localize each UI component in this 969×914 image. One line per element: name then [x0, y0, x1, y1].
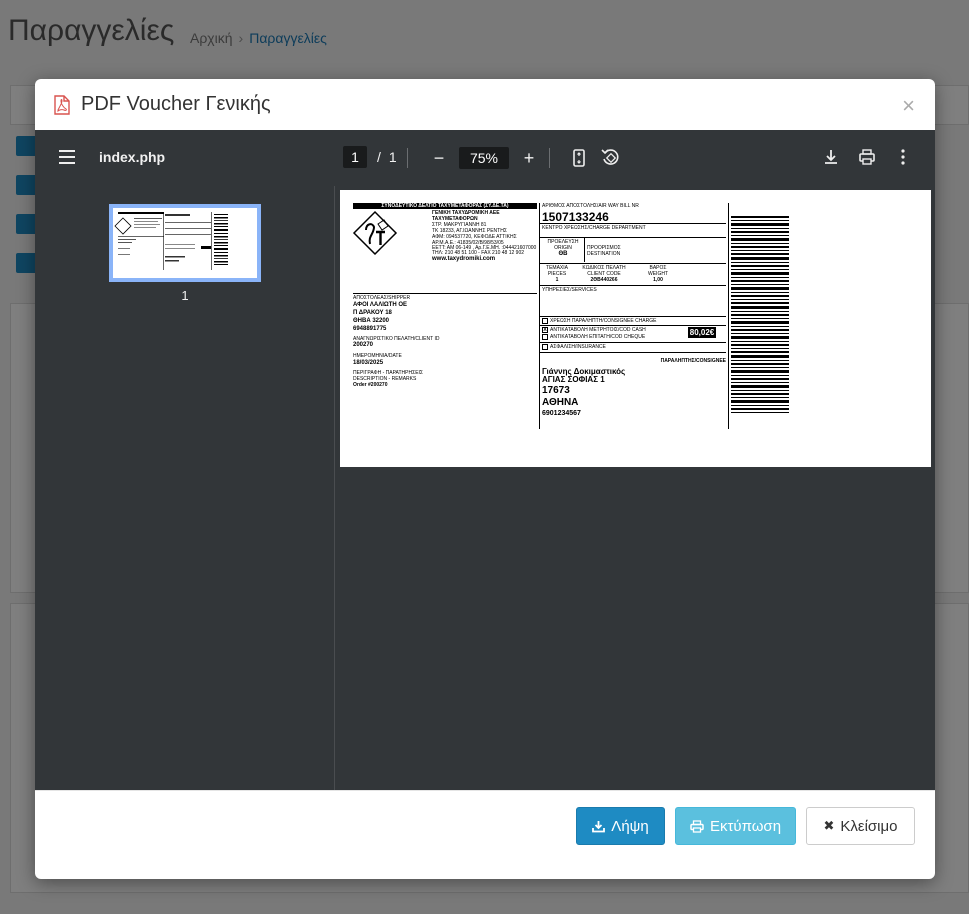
consignee-zip: 17673 — [542, 385, 570, 396]
voucher-divider — [353, 293, 537, 294]
close-x-icon: ✖ — [823, 818, 835, 833]
shipper-city: ΘΗΒΑ 32200 — [353, 318, 390, 324]
print-icon — [690, 819, 704, 833]
voucher-divider — [539, 223, 726, 224]
voucher-divider — [539, 325, 726, 326]
pieces-value: 1 — [555, 277, 559, 283]
date-label: ΗΜΕΡΟΜΗΝΙΑ/DATE — [353, 353, 402, 359]
modal-title: PDF Voucher Γενικής — [81, 93, 271, 115]
fit-page-icon[interactable] — [568, 148, 590, 168]
charge-department-label: ΚΕΝΤΡΟ ΧΡΕΩΣΗΣ/CHARGE DEPARTMENT — [542, 225, 646, 231]
document-area: ΣΥΝΟΔΕΥΤΙΚΟ ΔΕΛΤΙΟ ΤΑΧΥΜΕΤΑΦΟΡΑΣ (ΣΥ.ΔΕ.… — [335, 186, 935, 790]
page-indicator: 1 / 1 — [343, 146, 397, 168]
print-button[interactable]: Εκτύπωση — [675, 807, 796, 845]
modal-header: PDF Voucher Γενικής × — [35, 79, 935, 130]
voucher-date: 18/03/2025 — [353, 360, 384, 366]
checkbox-cod-cash: X — [542, 327, 548, 333]
viewer-filename: index.php — [99, 149, 166, 165]
shipper-address: Π ΔΡΑΚΟΥ 18 — [353, 310, 392, 316]
voucher-page: ΣΥΝΟΔΕΥΤΙΚΟ ΔΕΛΤΙΟ ΤΑΧΥΜΕΤΑΦΟΡΑΣ (ΣΥ.ΔΕ.… — [340, 190, 931, 467]
toolbar-divider — [407, 148, 408, 168]
origin-code: ΘΒ — [558, 251, 568, 257]
voucher-divider — [584, 237, 585, 262]
print-icon[interactable] — [856, 147, 878, 167]
more-options-icon[interactable] — [892, 147, 914, 167]
barcode — [731, 216, 789, 413]
rotate-icon[interactable] — [599, 147, 621, 167]
voucher-doc-header: ΣΥΝΟΔΕΥΤΙΚΟ ΔΕΛΤΙΟ ΤΑΧΥΜΕΤΑΦΟΡΑΣ (ΣΥ.ΔΕ.… — [381, 203, 509, 209]
client-id: 200270 — [353, 342, 374, 348]
checkbox-insurance — [542, 344, 548, 350]
zoom-level-input[interactable]: 75% — [459, 147, 509, 169]
checkbox-cod-cheque — [542, 334, 548, 340]
consignee-phone: 6901234567 — [542, 410, 581, 417]
page-number-input[interactable]: 1 — [343, 146, 367, 168]
viewer-toolbar: index.php 1 / 1 − 75% + — [35, 130, 935, 186]
voucher-divider — [539, 237, 726, 238]
voucher-divider — [539, 316, 726, 317]
services-label: ΥΠΗΡΕΣΙΕΣ/SERVICES — [542, 287, 597, 293]
voucher-divider — [539, 352, 726, 353]
voucher-divider — [539, 342, 726, 343]
zoom-out-icon[interactable]: − — [428, 147, 450, 169]
consignee-label: ΠΑΡΑΛΗΠΤΗΣ/CONSIGNEE — [660, 358, 726, 364]
file-pdf-icon — [54, 94, 70, 115]
close-button[interactable]: ✖ Κλείσιμο — [806, 807, 915, 845]
company-website: www.taxydromiki.com — [432, 256, 496, 262]
client-code-value: 2ΘΒ440266 — [590, 277, 618, 283]
destination-label-2: DESTINATION — [587, 251, 621, 257]
voucher-divider — [539, 285, 726, 286]
pdf-voucher-modal: PDF Voucher Γενικής × index.php 1 / 1 − … — [35, 79, 935, 879]
close-button-label: Κλείσιμο — [840, 817, 898, 835]
voucher-divider — [539, 263, 726, 264]
zoom-in-icon[interactable]: + — [518, 147, 540, 169]
checkbox-consignee-charge — [542, 318, 548, 324]
cod-amount: 80,02€ — [688, 327, 716, 338]
awb-number: 1507133246 — [542, 210, 609, 224]
page-thumbnail[interactable] — [109, 204, 261, 282]
close-icon[interactable]: × — [902, 93, 915, 119]
pdf-viewer: index.php 1 / 1 − 75% + 1 ΣΥΝΟΔΕΥΤΙΚΟ ΔΕ… — [35, 130, 935, 790]
courier-logo-icon — [352, 210, 398, 256]
service-insurance: ΑΣΦΑΛΙΣΗ/INSURANCE — [550, 344, 606, 350]
service-cod-cash: ΑΝΤΙΚΑΤΑΒΟΛΗ ΜΕΤΡΗΤΟΙΣ/COD CASH — [550, 327, 646, 333]
consignee-city: ΑΘΗΝΑ — [542, 397, 579, 408]
awb-label: ΑΡΙΘΜΟΣ ΑΠΟΣΤΟΛΗΣ/AIR WAY BILL NR — [542, 203, 639, 209]
weight-value: 1,00 — [653, 277, 663, 283]
download-icon — [592, 820, 606, 832]
modal-footer: Λήψη Εκτύπωση ✖ Κλείσιμο — [35, 790, 935, 879]
toolbar-divider — [549, 148, 550, 168]
remarks: Order #200270 — [353, 382, 388, 388]
thumbnail-preview — [113, 208, 257, 278]
voucher-divider — [728, 203, 729, 429]
thumbnail-sidebar: 1 — [35, 186, 335, 790]
total-pages: 1 — [388, 149, 397, 165]
shipper-phone: 6948891775 — [353, 326, 387, 332]
download-button[interactable]: Λήψη — [576, 807, 665, 845]
download-icon[interactable] — [820, 147, 842, 167]
service-cod-cheque: ΑΝΤΙΚΑΤΑΒΟΛΗ ΕΠΙΤΑΓΗ/COD CHEQUE — [550, 334, 646, 340]
thumbnail-page-number: 1 — [181, 288, 189, 303]
service-consignee-charge: ΧΡΕΩΣΗ ΠΑΡΑΛΗΠΤΗ/CONSIGNEE CHARGE — [550, 318, 657, 324]
print-button-label: Εκτύπωση — [709, 817, 782, 835]
download-button-label: Λήψη — [611, 817, 649, 835]
shipper-name: ΑΦΟΙ ΛΑΛΙΩΤΗ ΟΕ — [353, 302, 408, 308]
shipper-label: ΑΠΟΣΤΟΛΕΑΣ/SHIPPER — [353, 295, 411, 301]
menu-icon[interactable] — [59, 150, 75, 164]
consignee-address: ΑΓΙΑΣ ΣΟΦΙΑΣ 1 — [542, 375, 605, 384]
page-separator: / — [377, 149, 381, 165]
